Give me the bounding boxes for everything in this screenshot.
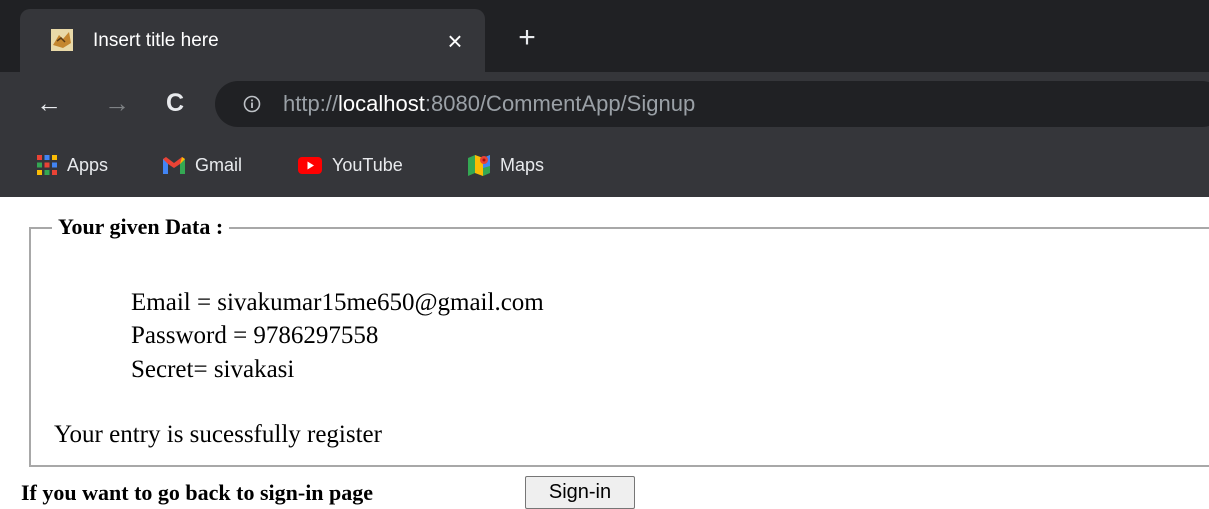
new-tab-icon[interactable]: +	[510, 23, 544, 57]
bookmark-label: YouTube	[332, 154, 403, 175]
url-rest: :8080/CommentApp/Signup	[424, 91, 696, 116]
bookmark-label: Maps	[500, 154, 545, 175]
info-icon[interactable]	[243, 95, 261, 113]
back-arrow-icon[interactable]: ←	[32, 86, 66, 120]
url-text: http://localhost:8080/CommentApp/Signup	[283, 91, 695, 117]
bookmark-youtube[interactable]: YouTube	[298, 152, 403, 178]
address-bar[interactable]: http://localhost:8080/CommentApp/Signup	[215, 81, 1209, 127]
browser-tabstrip: Insert title here × +	[0, 0, 1209, 72]
youtube-icon	[298, 156, 322, 174]
secret-value: Secret= sivakasi	[131, 356, 295, 383]
browser-tab[interactable]: Insert title here ×	[20, 9, 485, 72]
status-message: Your entry is sucessfully register	[54, 421, 382, 448]
tab-close-icon[interactable]: ×	[438, 24, 472, 58]
url-host: localhost	[338, 91, 425, 116]
signin-button[interactable]: Sign-in	[525, 476, 635, 509]
tab-title: Insert title here	[93, 30, 219, 51]
bookmark-apps[interactable]: Apps	[37, 152, 108, 178]
forward-arrow-icon[interactable]: →	[100, 86, 134, 120]
bookmarks-bar: Apps Gmail YouTube Maps	[0, 136, 1209, 197]
bookmark-gmail[interactable]: Gmail	[163, 152, 242, 178]
maps-icon	[468, 155, 490, 176]
browser-toolbar: ← → C http://localhost:8080/CommentApp/S…	[0, 72, 1209, 136]
bookmark-label: Apps	[67, 154, 109, 175]
email-value: Email = sivakumar15me650@gmail.com	[131, 289, 544, 316]
apps-grid-icon	[37, 155, 57, 175]
url-scheme: http://	[283, 91, 339, 116]
tomcat-favicon-icon	[51, 29, 73, 51]
reload-icon[interactable]: C	[158, 86, 192, 120]
password-value: Password = 9786297558	[131, 322, 379, 349]
bookmark-label: Gmail	[195, 154, 243, 175]
fieldset-legend: Your given Data :	[52, 213, 230, 241]
gmail-icon	[163, 156, 185, 174]
bookmark-maps[interactable]: Maps	[468, 152, 544, 178]
back-prompt: If you want to go back to sign-in page	[21, 480, 374, 505]
